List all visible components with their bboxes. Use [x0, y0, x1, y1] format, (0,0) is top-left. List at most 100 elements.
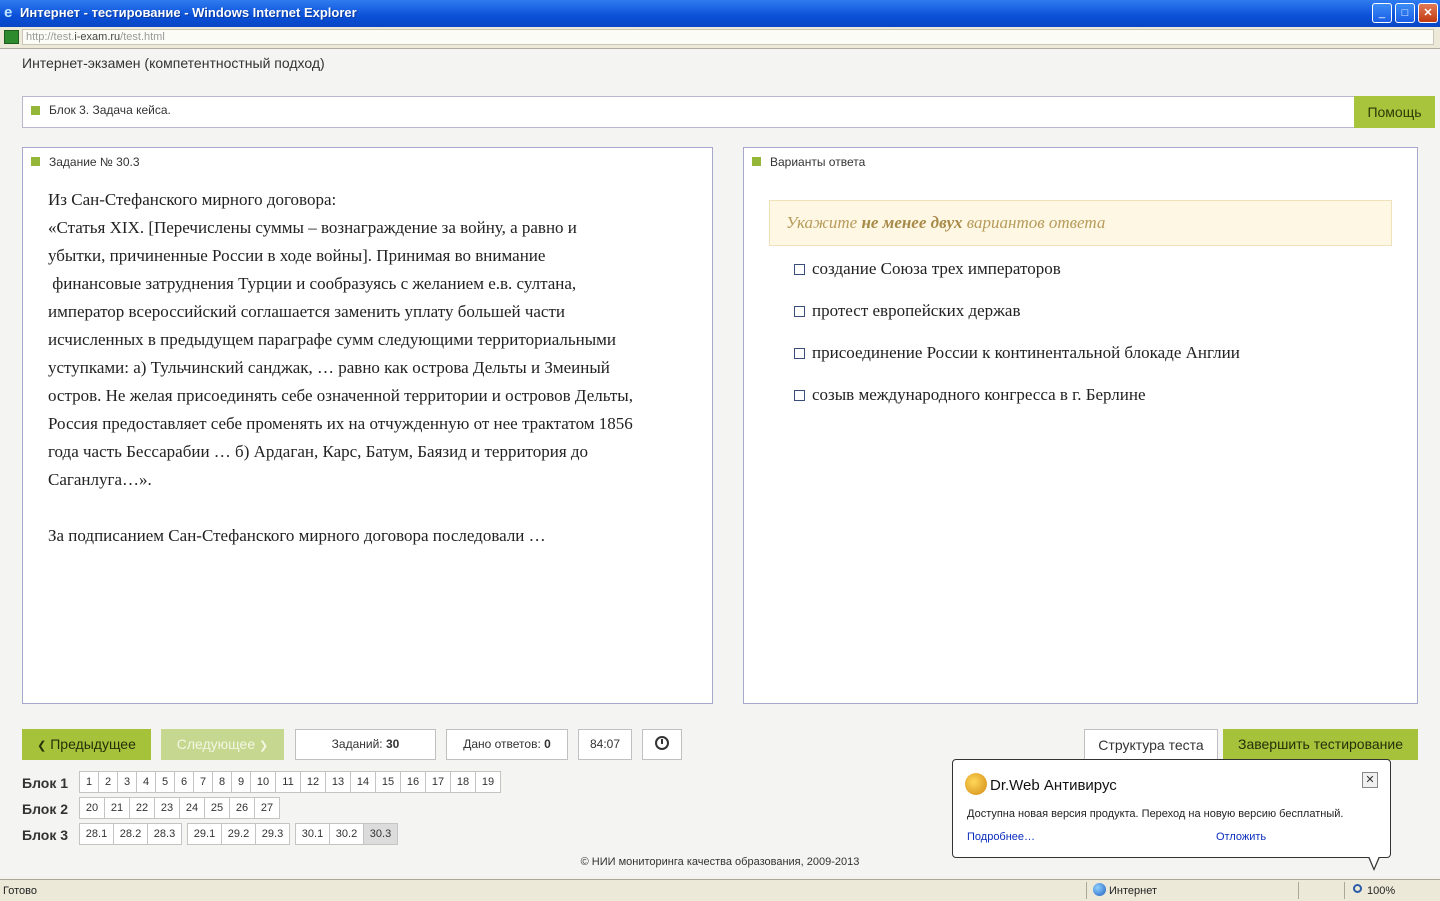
- question-link[interactable]: 28.2: [113, 823, 148, 845]
- tasks-count-value: 30: [385, 737, 400, 751]
- question-link[interactable]: 29.3: [255, 823, 290, 845]
- zoom-level[interactable]: 100%: [1367, 885, 1395, 897]
- question-link[interactable]: 24: [179, 797, 205, 819]
- question-link[interactable]: 28.3: [147, 823, 182, 845]
- question-link[interactable]: 23: [154, 797, 180, 819]
- tasks-count: Заданий: 30: [295, 729, 436, 760]
- close-icon[interactable]: ✕: [1362, 772, 1378, 788]
- question-link[interactable]: 2: [98, 771, 118, 793]
- question-link[interactable]: 4: [136, 771, 156, 793]
- question-link[interactable]: 15: [375, 771, 401, 793]
- address-bar: http://test.i-exam.ru/test.html: [0, 27, 1440, 49]
- clock-button[interactable]: [642, 729, 682, 760]
- question-link[interactable]: 13: [325, 771, 351, 793]
- chevron-left-icon: ❮: [37, 740, 47, 752]
- security-zone: Интернет: [1109, 885, 1157, 897]
- question-link[interactable]: 20: [79, 797, 105, 819]
- question-link[interactable]: 22: [129, 797, 155, 819]
- question-link[interactable]: 18: [450, 771, 476, 793]
- answer-option-label: создание Союза трех императоров: [812, 259, 1061, 278]
- question-link[interactable]: 26: [229, 797, 255, 819]
- task-line: «Статья XIX. [Перечислены суммы – вознаг…: [48, 218, 577, 237]
- question-link[interactable]: 6: [174, 771, 194, 793]
- maximize-button[interactable]: □: [1395, 3, 1415, 23]
- answer-checkbox[interactable]: [794, 348, 805, 359]
- task-line: император всероссийский соглашается заме…: [48, 302, 566, 321]
- window-title-bar: e Интернет - тестирование - Windows Inte…: [0, 0, 1440, 27]
- answer-option-label: присоединение России к континентальной б…: [812, 343, 1240, 362]
- question-link[interactable]: 19: [475, 771, 501, 793]
- window-title: Интернет - тестирование - Windows Intern…: [20, 5, 357, 20]
- address-field[interactable]: http://test.i-exam.ru/test.html: [22, 29, 1434, 45]
- hint-text: вариантов ответа: [962, 213, 1106, 232]
- drweb-more-link[interactable]: Подробнее…: [967, 831, 1035, 843]
- question-link[interactable]: 7: [193, 771, 213, 793]
- task-line: финансовые затруднения Турции и сообразу…: [48, 274, 577, 293]
- question-link[interactable]: 27: [254, 797, 280, 819]
- task-line: Из Сан-Стефанского мирного договора:: [48, 190, 337, 209]
- address-prefix: http://test.: [26, 31, 75, 43]
- block-1-questions: 1 2 3 4 5 6 7 8 9 10 11 12 13 14 15 16 1…: [0, 771, 600, 795]
- question-link[interactable]: 29.2: [221, 823, 256, 845]
- question-link[interactable]: 21: [104, 797, 130, 819]
- hint-text: Укажите: [786, 213, 862, 232]
- question-link[interactable]: 28.1: [79, 823, 114, 845]
- clock-icon: [655, 736, 669, 750]
- minimize-button[interactable]: _: [1372, 3, 1392, 23]
- answer-checkbox[interactable]: [794, 390, 805, 401]
- chevron-right-icon: ❯: [259, 740, 269, 752]
- block-title: Блок 3. Задача кейса.: [49, 103, 171, 117]
- bullet-square-icon: [31, 106, 40, 115]
- address-suffix: /test.html: [120, 31, 165, 43]
- tasks-count-label: Заданий:: [331, 737, 386, 751]
- question-link[interactable]: 30.1: [295, 823, 330, 845]
- question-link[interactable]: 10: [250, 771, 276, 793]
- question-link[interactable]: 8: [212, 771, 232, 793]
- zoom-icon[interactable]: [1353, 884, 1362, 893]
- question-link[interactable]: 29.1: [187, 823, 222, 845]
- question-link[interactable]: 25: [204, 797, 230, 819]
- task-line: остров. Не желая присоединять себе означ…: [48, 386, 633, 405]
- help-button[interactable]: Помощь: [1354, 96, 1435, 128]
- question-link[interactable]: 9: [231, 771, 251, 793]
- bullet-square-icon: [31, 157, 40, 166]
- drweb-logo-icon: [965, 773, 987, 795]
- task-panel: Задание № 30.3 Из Сан-Стефанского мирног…: [22, 147, 713, 704]
- next-button[interactable]: Следующее ❯: [161, 729, 284, 760]
- task-line: Россия предоставляет себе променять их н…: [48, 414, 633, 433]
- next-button-label: Следующее: [176, 736, 256, 752]
- question-link[interactable]: 14: [350, 771, 376, 793]
- question-link[interactable]: 17: [425, 771, 451, 793]
- answer-checkbox[interactable]: [794, 306, 805, 317]
- drweb-message: Доступна новая версия продукта. Переход …: [967, 808, 1344, 820]
- internet-explorer-icon: e: [4, 4, 13, 21]
- question-link[interactable]: 12: [300, 771, 326, 793]
- drweb-notification: Dr.Web Антивирус ✕ Доступна новая версия…: [952, 759, 1391, 858]
- site-favicon-icon: [4, 30, 19, 44]
- question-link[interactable]: 16: [400, 771, 426, 793]
- notification-tail-fill: [1369, 856, 1379, 868]
- task-line: года часть Бессарабии … б) Ардаган, Карс…: [48, 442, 589, 461]
- block-2-questions: 20 21 22 23 24 25 26 27: [0, 797, 600, 821]
- task-text: Из Сан-Стефанского мирного договора: «Ст…: [48, 186, 688, 550]
- test-structure-button[interactable]: Структура теста: [1084, 729, 1218, 760]
- answer-checkbox[interactable]: [794, 264, 805, 275]
- task-question: За подписанием Сан-Стефанского мирного д…: [48, 526, 546, 545]
- question-link[interactable]: 1: [79, 771, 99, 793]
- question-link[interactable]: 30.2: [329, 823, 364, 845]
- status-divider: [1298, 882, 1299, 899]
- answers-count-label: Дано ответов:: [463, 737, 545, 751]
- previous-button[interactable]: ❮ Предыдущее: [22, 729, 151, 760]
- task-line: исчисленных в предыдущем параграфе сумм …: [48, 330, 617, 349]
- question-link[interactable]: 11: [275, 771, 301, 793]
- question-link[interactable]: 3: [117, 771, 137, 793]
- task-line: уступками: а) Тульчинский санджак, … рав…: [48, 358, 610, 377]
- close-window-button[interactable]: ✕: [1418, 3, 1438, 23]
- finish-test-button[interactable]: Завершить тестирование: [1223, 729, 1418, 760]
- status-divider: [1086, 882, 1087, 899]
- block-3-questions: 28.1 28.2 28.3 29.1 29.2 29.3 30.1 30.2 …: [0, 823, 600, 847]
- question-link[interactable]: 5: [155, 771, 175, 793]
- drweb-later-link[interactable]: Отложить: [1216, 831, 1266, 843]
- question-link-current[interactable]: 30.3: [363, 823, 398, 845]
- block-header: Блок 3. Задача кейса. Помощь: [22, 96, 1435, 128]
